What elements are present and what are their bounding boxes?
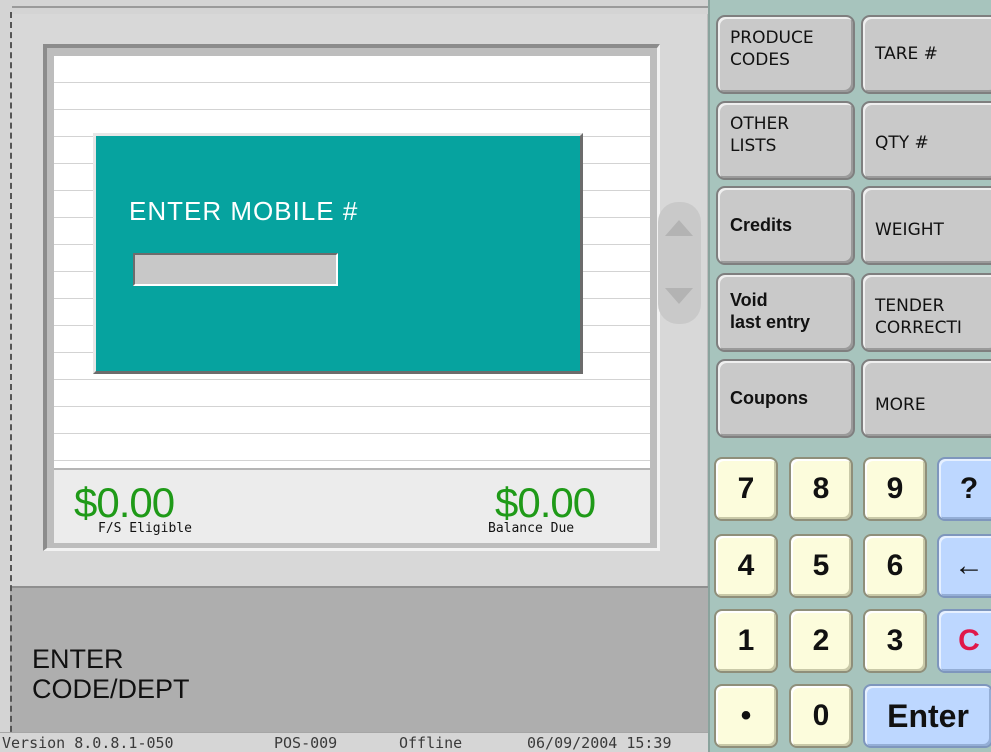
prompt-line-1: ENTER [32,644,124,674]
pos-id: POS-009 [274,734,338,752]
key-2[interactable]: 2 [789,609,853,673]
enter-button[interactable]: Enter [863,684,991,748]
coupons-button[interactable]: Coupons [716,359,855,438]
weight-label: WEIGHT [875,220,944,240]
credits-label: Credits [730,215,793,235]
fs-eligible-label: F/S Eligible [98,521,192,536]
decimal-key[interactable]: • [714,684,778,748]
key-8[interactable]: 8 [789,457,853,521]
key-3[interactable]: 3 [863,609,927,673]
prompt-area: ENTER CODE/DEPT [10,586,708,732]
qty-button[interactable]: QTY # [861,101,991,180]
help-button[interactable]: ? [937,457,991,521]
scroll-control[interactable] [658,202,701,324]
weight-button[interactable]: WEIGHT [861,186,991,265]
connection-status: Offline [399,734,463,752]
datetime: 06/09/2004 15:39 [527,734,672,752]
backspace-button[interactable]: ← [937,534,991,598]
fs-eligible-amount: $0.00 [74,479,175,526]
left-arrow-icon: ← [954,549,984,582]
clear-button[interactable]: C [937,609,991,673]
qty-label: QTY # [875,133,929,153]
status-bar: Version 8.0.8.1-050 POS-009 Offline 06/0… [0,732,708,752]
key-5[interactable]: 5 [789,534,853,598]
mobile-entry-dialog: ENTER MOBILE # [93,133,583,374]
mobile-number-input[interactable] [133,253,338,286]
totals-bar: $0.00 F/S Eligible $0.00 Balance Due [54,468,650,543]
other-lists-button[interactable]: OTHER LISTS [716,101,855,180]
button-panel: PRODUCE CODES TARE # OTHER LISTS QTY # C… [708,0,991,752]
key-1[interactable]: 1 [714,609,778,673]
top-divider [12,6,708,8]
void-last-entry-label: Void last entry [730,290,811,332]
prompt-line-2: CODE/DEPT [32,674,190,704]
dialog-title: ENTER MOBILE # [129,196,359,226]
more-label: MORE [875,395,926,415]
credits-button[interactable]: Credits [716,186,855,265]
more-button[interactable]: MORE [861,359,991,438]
balance-due-label: Balance Due [488,521,575,536]
void-last-entry-button[interactable]: Void last entry [716,273,855,352]
balance-due-amount: $0.00 [495,479,596,526]
triangle-down-icon[interactable] [665,288,693,304]
tare-label: TARE # [875,44,938,64]
tender-correction-button[interactable]: TENDER CORRECTI [861,273,991,352]
key-6[interactable]: 6 [863,534,927,598]
key-4[interactable]: 4 [714,534,778,598]
key-9[interactable]: 9 [863,457,927,521]
main-display-panel: $0.00 F/S Eligible $0.00 Balance Due ENT… [0,0,708,752]
other-lists-label: OTHER LISTS [730,114,790,156]
key-0[interactable]: 0 [789,684,853,748]
tare-button[interactable]: TARE # [861,15,991,94]
left-edge-divider [10,12,12,752]
triangle-up-icon[interactable] [665,220,693,236]
produce-codes-label: PRODUCE CODES [730,28,814,70]
coupons-label: Coupons [730,388,808,408]
produce-codes-button[interactable]: PRODUCE CODES [716,15,855,94]
key-7[interactable]: 7 [714,457,778,521]
tender-correction-label: TENDER CORRECTI [875,296,962,338]
version-text: Version 8.0.8.1-050 [2,734,174,752]
